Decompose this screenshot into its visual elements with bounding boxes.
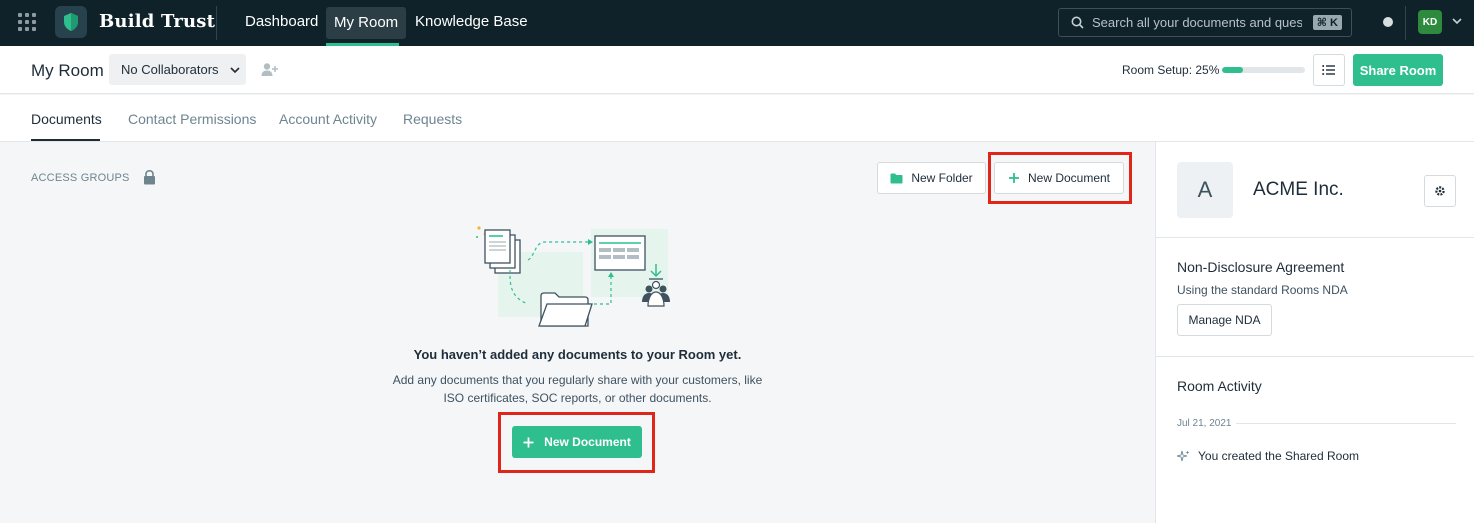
new-document-label: New Document <box>1027 171 1111 185</box>
new-document-button[interactable]: New Document <box>994 162 1124 194</box>
nda-description: Using the standard Rooms NDA <box>1177 283 1348 297</box>
tab-bar: Documents Contact Permissions Account Ac… <box>0 95 1474 142</box>
tab-requests[interactable]: Requests <box>403 111 462 127</box>
panel-divider <box>1156 356 1474 357</box>
room-setup-progress-fill <box>1222 67 1243 73</box>
room-setup-progress <box>1222 67 1305 73</box>
tab-documents[interactable]: Documents <box>31 111 102 127</box>
activity-date-line <box>1236 423 1456 424</box>
org-avatar: A <box>1177 162 1233 218</box>
plus-icon <box>523 437 534 447</box>
nda-title: Non-Disclosure Agreement <box>1177 259 1345 275</box>
tab-contact-permissions[interactable]: Contact Permissions <box>128 111 256 127</box>
documents-illustration <box>476 226 670 327</box>
nav-link-knowledge-base[interactable]: Knowledge Base <box>407 0 536 46</box>
app-grid-icon[interactable] <box>18 13 36 31</box>
empty-state-description: Add any documents that you regularly sha… <box>392 373 763 405</box>
activity-date: Jul 21, 2021 <box>1177 418 1232 429</box>
room-header: My Room No Collaborators Room Setup: 25%… <box>0 46 1474 94</box>
collaborators-dropdown[interactable]: No Collaborators <box>109 54 246 85</box>
documents-panel: ACCESS GROUPS New Folder New Document Yo… <box>0 142 1155 523</box>
new-document-primary-button[interactable]: New Document <box>512 426 642 458</box>
manage-nda-button[interactable]: Manage NDA <box>1177 304 1272 336</box>
gear-icon <box>1435 186 1445 196</box>
top-nav: Build Trust Dashboard My Room Knowledge … <box>0 0 1474 46</box>
user-avatar[interactable]: KD <box>1418 10 1442 34</box>
share-room-button[interactable]: Share Room <box>1353 54 1443 86</box>
empty-state-title: You haven’t added any documents to your … <box>413 347 742 362</box>
nav-divider <box>216 6 217 40</box>
plus-icon <box>1008 173 1019 183</box>
room-setup-label: Room Setup: 25% <box>1122 63 1220 77</box>
lock-icon[interactable] <box>143 170 156 185</box>
chevron-down-icon <box>229 66 240 73</box>
new-document-primary-label: New Document <box>544 435 631 449</box>
checklist-button[interactable] <box>1313 54 1345 86</box>
org-name: ACME Inc. <box>1253 179 1344 200</box>
new-folder-label: New Folder <box>911 171 973 185</box>
new-folder-button[interactable]: New Folder <box>877 162 986 194</box>
nav-link-my-room[interactable]: My Room <box>326 7 407 39</box>
activity-item: You created the Shared Room <box>1177 449 1359 463</box>
panel-divider <box>1156 237 1474 238</box>
activity-item-text: You created the Shared Room <box>1198 449 1359 463</box>
nav-divider <box>1405 6 1406 40</box>
nav-link-dashboard[interactable]: Dashboard <box>237 0 326 46</box>
settings-button[interactable] <box>1424 175 1456 207</box>
add-user-icon[interactable] <box>261 62 278 77</box>
chevron-down-icon[interactable] <box>1451 15 1463 27</box>
room-info-panel: A ACME Inc. Non-Disclosure Agreement Usi… <box>1155 142 1474 523</box>
tab-active-indicator <box>31 139 100 141</box>
room-title: My Room <box>31 61 104 80</box>
search-input[interactable] <box>1092 15 1302 30</box>
room-activity-title: Room Activity <box>1177 378 1262 394</box>
folder-icon <box>890 173 903 183</box>
sparkle-icon <box>1177 450 1190 461</box>
tab-account-activity[interactable]: Account Activity <box>279 111 377 127</box>
brand-name[interactable]: Build Trust <box>99 11 215 32</box>
search-icon <box>1071 16 1084 29</box>
shield-logo-icon[interactable] <box>55 6 87 38</box>
checklist-icon <box>1322 65 1335 75</box>
search-shortcut-badge: ⌘ K <box>1312 15 1342 30</box>
access-groups-label: ACCESS GROUPS <box>31 172 130 184</box>
notification-dot-icon[interactable] <box>1383 17 1393 27</box>
collaborators-label: No Collaborators <box>121 62 219 77</box>
search-box[interactable]: ⌘ K <box>1058 8 1352 37</box>
